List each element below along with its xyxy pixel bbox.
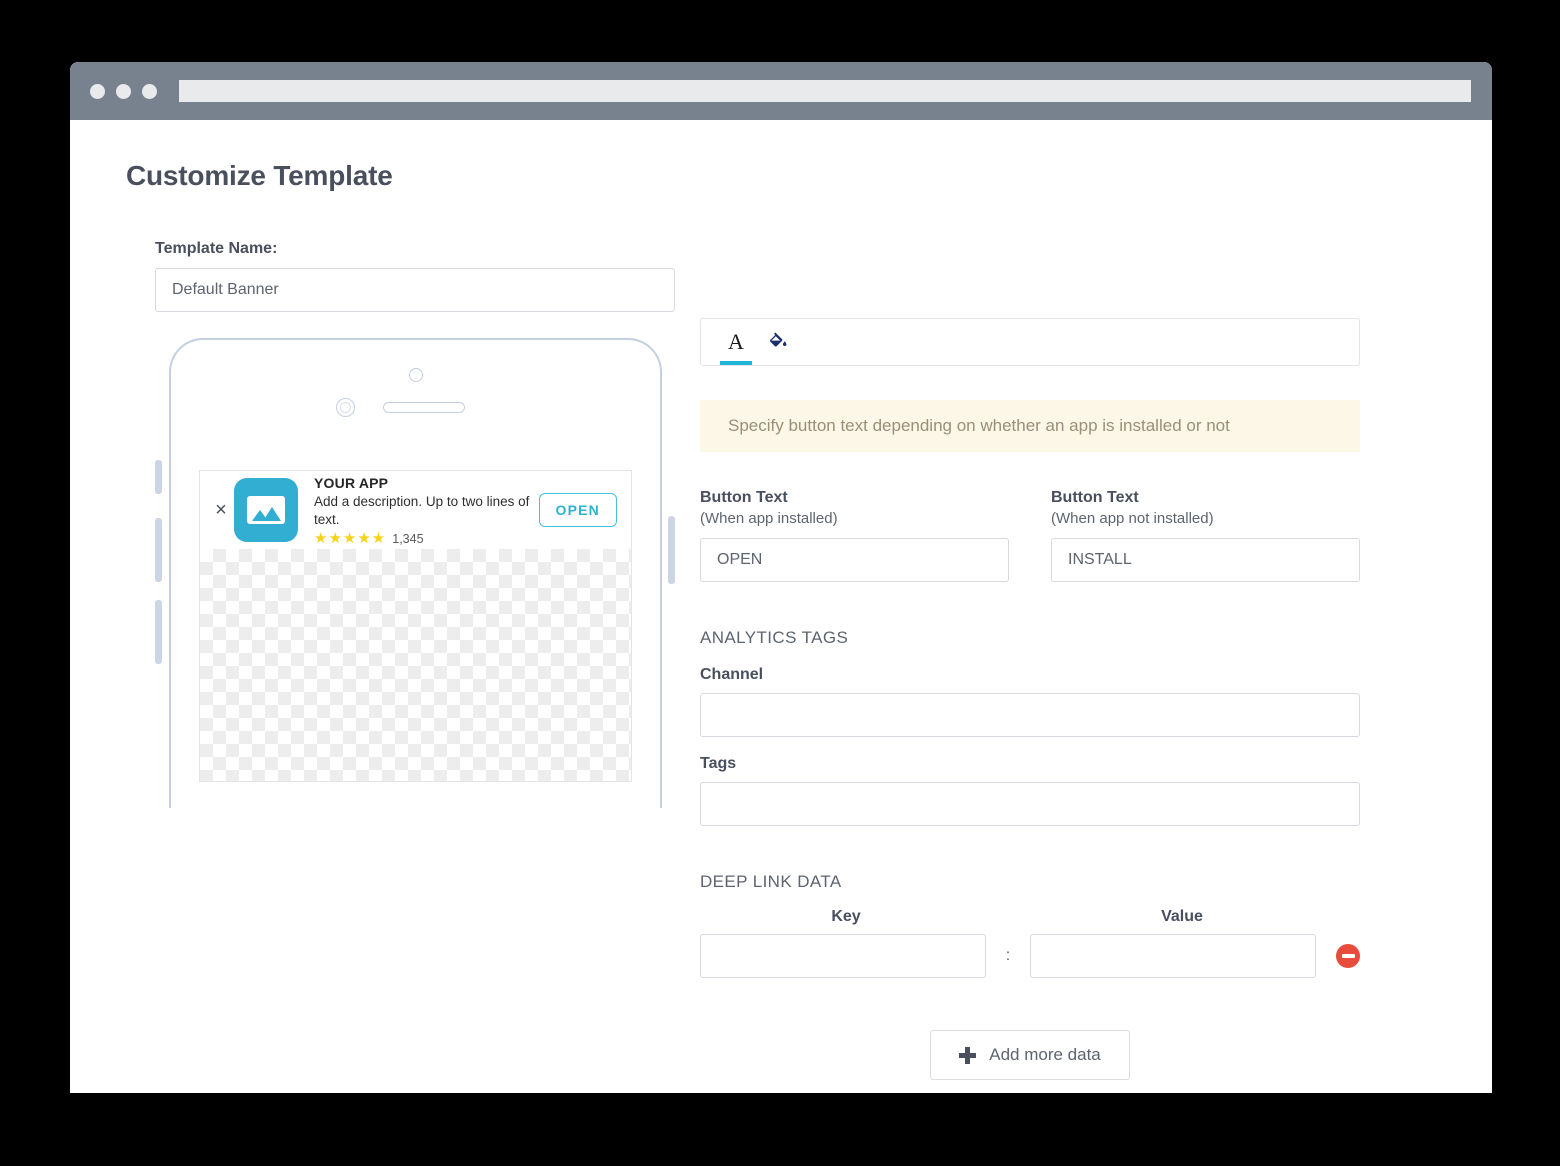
banner-rating-count: 1,345 xyxy=(392,531,424,546)
maximize-dot[interactable] xyxy=(142,83,157,99)
channel-input[interactable] xyxy=(700,693,1360,737)
remove-circle-icon[interactable] xyxy=(1336,944,1360,968)
hint-banner: Specify button text depending on whether… xyxy=(700,400,1360,452)
star-rating-icon: ★★★★★ xyxy=(314,530,387,548)
phone-speaker-icon xyxy=(383,402,465,413)
button-text-installed-input[interactable] xyxy=(700,538,1009,582)
deep-link-key-input[interactable] xyxy=(700,934,987,978)
template-name-input[interactable] xyxy=(155,268,675,312)
tags-group: Tags xyxy=(700,755,1360,826)
phone-power-button xyxy=(668,516,675,584)
phone-camera-icon xyxy=(336,398,355,417)
text-format-icon: A xyxy=(728,329,744,354)
close-dot[interactable] xyxy=(90,83,105,99)
editor-tabbar: A xyxy=(700,318,1360,366)
deep-link-row: : xyxy=(700,934,1360,978)
phone-frame: × YOUR APP Add a description. Up to two … xyxy=(169,338,662,808)
smart-banner-texts: YOUR APP Add a description. Up to two li… xyxy=(314,474,539,547)
page-title: Customize Template xyxy=(126,160,393,191)
deep-link-key-header: Key xyxy=(831,908,861,925)
smart-banner-row: × YOUR APP Add a description. Up to two … xyxy=(200,471,631,549)
browser-titlebar xyxy=(70,62,1492,120)
banner-rating: ★★★★★ 1,345 xyxy=(314,531,539,546)
plus-icon xyxy=(959,1046,977,1064)
page-body: Customize Template Template Name: × xyxy=(70,120,1492,1093)
add-more-data-label: Add more data xyxy=(989,1045,1101,1064)
tab-active-indicator xyxy=(720,361,752,365)
right-column: A Specify button text depending on wheth… xyxy=(700,318,1360,1080)
browser-window: Customize Template Template Name: × xyxy=(70,62,1492,1093)
minimize-dot[interactable] xyxy=(116,83,131,99)
button-text-installed-sublabel: (When app installed) xyxy=(700,510,838,527)
tab-text-format[interactable]: A xyxy=(715,319,757,365)
deep-link-separator: : xyxy=(1005,947,1011,964)
close-icon[interactable]: × xyxy=(208,500,234,520)
add-more-data-button[interactable]: Add more data xyxy=(930,1030,1130,1080)
phone-sensor-icon xyxy=(408,368,423,382)
add-more-data-row: Add more data xyxy=(700,1030,1360,1080)
phone-volume-up-button xyxy=(155,518,162,582)
left-column: Template Name: xyxy=(155,240,675,312)
deep-link-section-title: DEEP LINK DATA xyxy=(700,872,842,891)
smart-banner-preview: × YOUR APP Add a description. Up to two … xyxy=(199,470,632,782)
deep-link-headers: Key Value xyxy=(700,908,1360,926)
button-text-not-installed-input[interactable] xyxy=(1051,538,1360,582)
button-text-fields: Button Text (When app installed) Button … xyxy=(700,488,1360,582)
button-text-not-installed-sublabel: (When app not installed) xyxy=(1051,510,1214,527)
tab-style[interactable] xyxy=(757,319,799,365)
app-image-icon xyxy=(234,478,298,542)
tags-input[interactable] xyxy=(700,782,1360,826)
phone-silent-switch xyxy=(155,460,162,494)
analytics-tags-section-title: ANALYTICS TAGS xyxy=(700,628,849,647)
hint-text: Specify button text depending on whether… xyxy=(728,416,1230,435)
button-text-installed-group: Button Text (When app installed) xyxy=(700,488,1009,582)
button-text-not-installed-label: Button Text xyxy=(1051,489,1139,506)
button-text-not-installed-group: Button Text (When app not installed) xyxy=(1051,488,1360,582)
channel-group: Channel xyxy=(700,666,1360,737)
button-text-installed-label: Button Text xyxy=(700,489,788,506)
phone-preview: × YOUR APP Add a description. Up to two … xyxy=(155,338,675,808)
window-controls xyxy=(90,83,157,99)
channel-label: Channel xyxy=(700,666,764,683)
banner-app-name: YOUR APP xyxy=(314,474,389,491)
deep-link-value-input[interactable] xyxy=(1029,934,1316,978)
paint-bucket-icon xyxy=(767,329,789,356)
banner-description: Add a description. Up to two lines of te… xyxy=(314,493,530,528)
banner-image-placeholder xyxy=(200,549,631,781)
tags-label: Tags xyxy=(700,755,737,772)
banner-open-button[interactable]: OPEN xyxy=(538,493,617,527)
deep-link-value-header: Value xyxy=(1161,908,1203,925)
address-bar[interactable] xyxy=(179,80,1471,102)
template-name-label: Template Name: xyxy=(155,240,278,257)
phone-volume-down-button xyxy=(155,600,162,664)
